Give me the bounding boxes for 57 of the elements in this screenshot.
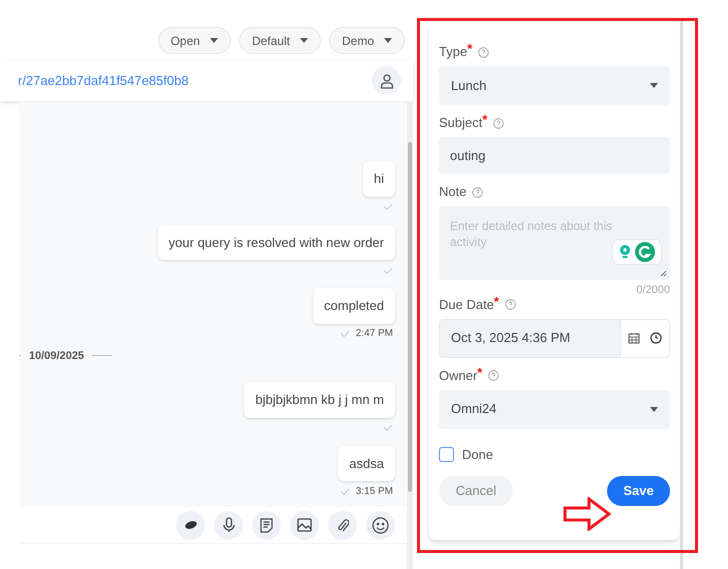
check-icon [383, 203, 393, 210]
field-label: Owner [439, 366, 478, 385]
help-icon[interactable] [478, 46, 490, 58]
grammar-extension-icon[interactable] [612, 239, 662, 265]
text-field[interactable]: outing [439, 137, 670, 174]
clock-icon[interactable] [650, 332, 662, 344]
filter-dropdown[interactable]: Default [238, 27, 321, 54]
character-counter: 0/2000 [636, 283, 670, 298]
required-mark: * [467, 42, 472, 56]
message-time: 2:47 PM [356, 327, 393, 341]
field-label: Due Date [439, 296, 494, 314]
field-label: Note [439, 183, 466, 202]
user-icon[interactable] [372, 66, 401, 95]
microphone-icon[interactable] [214, 510, 243, 540]
date-divider: 10/09/2025 [29, 348, 84, 364]
filter-dropdown[interactable]: Demo [328, 27, 405, 54]
message-bubble: hi [362, 161, 395, 196]
caret-icon [650, 83, 658, 88]
check-icon [383, 266, 393, 274]
message-bubble: bjbjbjkbmn kb j j mn m [244, 382, 395, 418]
caret-icon [384, 38, 392, 43]
check-icon [383, 424, 393, 431]
conversation-link[interactable]: r/27ae2bb7daf41f547e85f0b8 [18, 70, 189, 90]
filter-dropdown[interactable]: Open [158, 27, 231, 54]
arrow-icon [563, 497, 611, 531]
help-icon[interactable] [472, 186, 484, 198]
select-field[interactable]: Lunch [439, 66, 670, 105]
save-button[interactable]: Save [607, 476, 670, 506]
resize-icon[interactable] [660, 270, 667, 277]
checkbox[interactable] [439, 446, 454, 462]
check-icon [340, 488, 350, 494]
caret-icon [650, 406, 658, 412]
help-icon[interactable] [504, 299, 516, 310]
message-bubble: asdsa [338, 446, 395, 481]
note-icon[interactable] [252, 510, 281, 540]
field-label: Type [439, 43, 468, 62]
checkbox-label: Done [462, 446, 494, 464]
caret-icon [300, 38, 308, 43]
required-mark: * [494, 294, 499, 308]
required-mark: * [482, 113, 488, 126]
sticker-icon[interactable] [176, 510, 205, 540]
caret-icon [210, 38, 218, 43]
message-bubble: your query is resolved with new order [158, 224, 395, 260]
check-icon [340, 330, 350, 337]
message-bubble: completed [313, 288, 395, 324]
help-icon[interactable] [493, 118, 504, 128]
help-icon[interactable] [488, 370, 500, 381]
image-icon[interactable] [290, 510, 319, 540]
select-field[interactable]: Omni24 [439, 390, 670, 428]
calendar-icon[interactable] [628, 332, 640, 344]
date-time-field[interactable]: Oct 3, 2025 4:36 PM [439, 318, 670, 358]
required-mark: * [477, 366, 482, 379]
field-label: Subject [439, 114, 482, 132]
paperclip-icon[interactable] [328, 510, 357, 540]
emoji-icon[interactable] [366, 510, 395, 540]
note-placeholder: Enter detailed notes about this activity [450, 218, 614, 250]
message-time: 3:15 PM [356, 484, 393, 498]
